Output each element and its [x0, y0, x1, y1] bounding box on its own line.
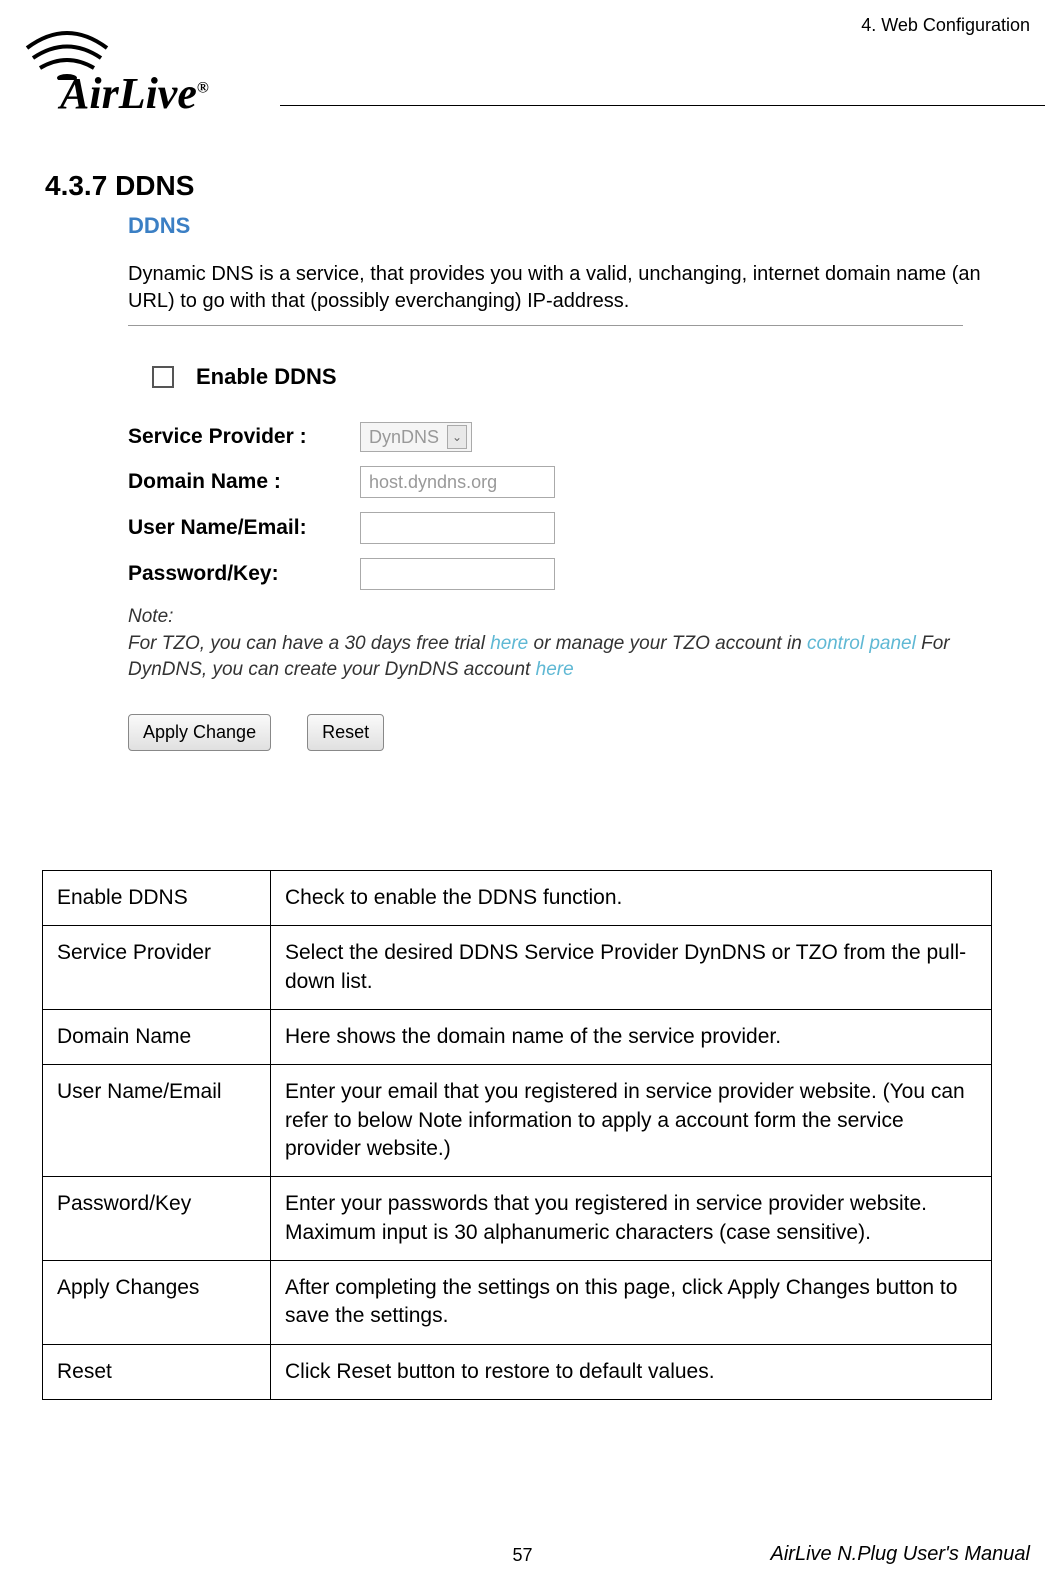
- table-cell-field: Reset: [43, 1344, 271, 1399]
- password-row: Password/Key:: [128, 558, 988, 590]
- table-cell-desc: Select the desired DDNS Service Provider…: [271, 926, 992, 1010]
- table-cell-desc: Check to enable the DDNS function.: [271, 871, 992, 926]
- password-label: Password/Key:: [128, 562, 360, 586]
- ddns-config-panel: DDNS Dynamic DNS is a service, that prov…: [128, 213, 988, 751]
- service-provider-label: Service Provider :: [128, 425, 360, 449]
- field-description-table: Enable DDNS Check to enable the DDNS fun…: [42, 870, 992, 1400]
- password-input[interactable]: [360, 558, 555, 590]
- tzo-trial-link[interactable]: here: [490, 633, 528, 654]
- panel-divider: [128, 325, 963, 326]
- logo-text: AirLive®: [60, 68, 209, 119]
- username-row: User Name/Email:: [128, 512, 988, 544]
- table-cell-field: Apply Changes: [43, 1261, 271, 1345]
- table-cell-field: Enable DDNS: [43, 871, 271, 926]
- domain-name-label: Domain Name :: [128, 470, 360, 494]
- table-row: Service Provider Select the desired DDNS…: [43, 926, 992, 1010]
- header-divider: [280, 105, 1045, 106]
- reset-button[interactable]: Reset: [307, 714, 384, 751]
- panel-title: DDNS: [128, 213, 988, 239]
- button-row: Apply Change Reset: [128, 714, 988, 751]
- table-row: Reset Click Reset button to restore to d…: [43, 1344, 992, 1399]
- table-cell-field: User Name/Email: [43, 1065, 271, 1177]
- table-cell-desc: Enter your email that you registered in …: [271, 1065, 992, 1177]
- table-cell-desc: Here shows the domain name of the servic…: [271, 1010, 992, 1065]
- dyndns-link[interactable]: here: [536, 659, 574, 680]
- section-heading: 4.3.7 DDNS: [45, 170, 194, 202]
- tzo-control-panel-link[interactable]: control panel: [807, 633, 916, 654]
- service-provider-select[interactable]: DynDNS ⌄: [360, 422, 472, 452]
- table-row: Domain Name Here shows the domain name o…: [43, 1010, 992, 1065]
- chevron-down-icon: ⌄: [447, 425, 467, 449]
- service-provider-value: DynDNS: [369, 427, 439, 448]
- table-row: Password/Key Enter your passwords that y…: [43, 1177, 992, 1261]
- table-cell-desc: Enter your passwords that you registered…: [271, 1177, 992, 1261]
- table-row: User Name/Email Enter your email that yo…: [43, 1065, 992, 1177]
- manual-title: AirLive N.Plug User's Manual: [771, 1543, 1030, 1566]
- header-chapter: 4. Web Configuration: [861, 15, 1030, 36]
- note-text-1b: or manage your TZO account in: [528, 633, 807, 654]
- table-cell-desc: Click Reset button to restore to default…: [271, 1344, 992, 1399]
- enable-ddns-row: Enable DDNS: [152, 364, 988, 390]
- table-cell-field: Password/Key: [43, 1177, 271, 1261]
- note-text-1a: For TZO, you can have a 30 days free tri…: [128, 633, 490, 654]
- enable-ddns-label: Enable DDNS: [196, 364, 337, 390]
- username-input[interactable]: [360, 512, 555, 544]
- table-cell-desc: After completing the settings on this pa…: [271, 1261, 992, 1345]
- page-number: 57: [512, 1545, 532, 1566]
- note-prefix: Note:: [128, 606, 173, 627]
- table-row: Enable DDNS Check to enable the DDNS fun…: [43, 871, 992, 926]
- table-cell-field: Service Provider: [43, 926, 271, 1010]
- service-provider-row: Service Provider : DynDNS ⌄: [128, 422, 988, 452]
- domain-name-row: Domain Name : host.dyndns.org: [128, 466, 988, 498]
- table-cell-field: Domain Name: [43, 1010, 271, 1065]
- apply-change-button[interactable]: Apply Change: [128, 714, 271, 751]
- table-row: Apply Changes After completing the setti…: [43, 1261, 992, 1345]
- note-section: Note: For TZO, you can have a 30 days fr…: [128, 604, 958, 684]
- enable-ddns-checkbox[interactable]: [152, 366, 174, 388]
- username-label: User Name/Email:: [128, 516, 360, 540]
- panel-description: Dynamic DNS is a service, that provides …: [128, 261, 988, 315]
- logo: AirLive®: [25, 30, 110, 85]
- domain-name-input[interactable]: host.dyndns.org: [360, 466, 555, 498]
